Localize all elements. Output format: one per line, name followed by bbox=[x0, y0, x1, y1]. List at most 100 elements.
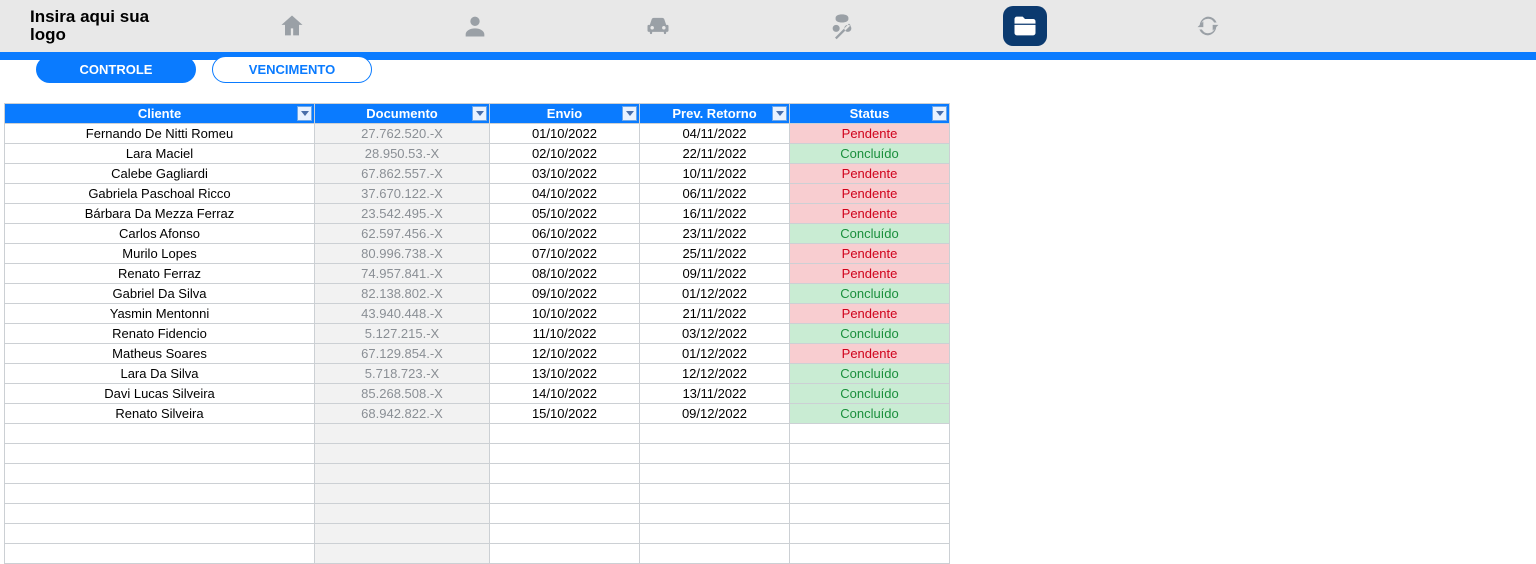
cell-envio: 11/10/2022 bbox=[490, 324, 640, 344]
header-row: Cliente Documento Envio Prev. Retorno St… bbox=[5, 104, 950, 124]
cell-cliente: Fernando De Nitti Romeu bbox=[5, 124, 315, 144]
cell-empty bbox=[5, 544, 315, 564]
cell-empty bbox=[790, 464, 950, 484]
table-row-empty bbox=[5, 524, 950, 544]
cell-documento: 5.127.215.-X bbox=[315, 324, 490, 344]
cell-retorno: 01/12/2022 bbox=[640, 284, 790, 304]
cell-empty bbox=[790, 544, 950, 564]
table-row-empty bbox=[5, 444, 950, 464]
cell-empty bbox=[640, 524, 790, 544]
table-row-empty bbox=[5, 504, 950, 524]
cell-cliente: Lara Da Silva bbox=[5, 364, 315, 384]
tab-vencimento[interactable]: VENCIMENTO bbox=[212, 56, 372, 83]
cell-envio: 04/10/2022 bbox=[490, 184, 640, 204]
cell-cliente: Lara Maciel bbox=[5, 144, 315, 164]
table-row[interactable]: Renato Silveira68.942.822.-X15/10/202209… bbox=[5, 404, 950, 424]
cell-status: Concluído bbox=[790, 284, 950, 304]
cell-cliente: Renato Fidencio bbox=[5, 324, 315, 344]
filter-cliente-icon[interactable] bbox=[297, 106, 312, 121]
table-row[interactable]: Lara Da Silva5.718.723.-X13/10/202212/12… bbox=[5, 364, 950, 384]
filter-envio-icon[interactable] bbox=[622, 106, 637, 121]
filter-retorno-icon[interactable] bbox=[772, 106, 787, 121]
header-documento-label: Documento bbox=[366, 106, 438, 121]
table-row[interactable]: Bárbara Da Mezza Ferraz23.542.495.-X05/1… bbox=[5, 204, 950, 224]
filter-documento-icon[interactable] bbox=[472, 106, 487, 121]
cell-envio: 13/10/2022 bbox=[490, 364, 640, 384]
table-row[interactable]: Yasmin Mentonni43.940.448.-X10/10/202221… bbox=[5, 304, 950, 324]
tab-vencimento-label: VENCIMENTO bbox=[249, 62, 335, 77]
cell-envio: 09/10/2022 bbox=[490, 284, 640, 304]
cell-retorno: 16/11/2022 bbox=[640, 204, 790, 224]
cell-cliente: Gabriela Paschoal Ricco bbox=[5, 184, 315, 204]
cell-documento: 62.597.456.-X bbox=[315, 224, 490, 244]
header-retorno: Prev. Retorno bbox=[640, 104, 790, 124]
cell-empty bbox=[490, 444, 640, 464]
cell-status: Pendente bbox=[790, 244, 950, 264]
cell-empty bbox=[315, 524, 490, 544]
cell-cliente: Gabriel Da Silva bbox=[5, 284, 315, 304]
table-row[interactable]: Davi Lucas Silveira85.268.508.-X14/10/20… bbox=[5, 384, 950, 404]
cell-cliente: Matheus Soares bbox=[5, 344, 315, 364]
logo-line2: logo bbox=[30, 26, 200, 44]
cell-empty bbox=[490, 484, 640, 504]
cell-empty bbox=[640, 504, 790, 524]
cell-documento: 68.942.822.-X bbox=[315, 404, 490, 424]
table-row[interactable]: Fernando De Nitti Romeu27.762.520.-X01/1… bbox=[5, 124, 950, 144]
cell-empty bbox=[640, 464, 790, 484]
table-row[interactable]: Gabriela Paschoal Ricco37.670.122.-X04/1… bbox=[5, 184, 950, 204]
cell-retorno: 01/12/2022 bbox=[640, 344, 790, 364]
cell-empty bbox=[490, 504, 640, 524]
cell-envio: 05/10/2022 bbox=[490, 204, 640, 224]
cell-empty bbox=[790, 444, 950, 464]
table-row[interactable]: Gabriel Da Silva82.138.802.-X09/10/20220… bbox=[5, 284, 950, 304]
cell-empty bbox=[790, 524, 950, 544]
table-row[interactable]: Murilo Lopes80.996.738.-X07/10/202225/11… bbox=[5, 244, 950, 264]
cell-retorno: 25/11/2022 bbox=[640, 244, 790, 264]
cell-empty bbox=[490, 524, 640, 544]
cell-empty bbox=[315, 504, 490, 524]
data-table: Cliente Documento Envio Prev. Retorno St… bbox=[4, 103, 950, 564]
table-wrap: Cliente Documento Envio Prev. Retorno St… bbox=[0, 89, 1536, 564]
nav-user-button[interactable] bbox=[453, 6, 497, 46]
table-body: Fernando De Nitti Romeu27.762.520.-X01/1… bbox=[5, 124, 950, 564]
cell-empty bbox=[315, 464, 490, 484]
nav-cycle-button[interactable] bbox=[1186, 6, 1230, 46]
percent-icon bbox=[828, 12, 856, 40]
cell-retorno: 23/11/2022 bbox=[640, 224, 790, 244]
cell-retorno: 09/12/2022 bbox=[640, 404, 790, 424]
cell-envio: 06/10/2022 bbox=[490, 224, 640, 244]
cell-retorno: 03/12/2022 bbox=[640, 324, 790, 344]
cell-empty bbox=[490, 464, 640, 484]
user-icon bbox=[461, 12, 489, 40]
cell-status: Pendente bbox=[790, 124, 950, 144]
header-envio-label: Envio bbox=[547, 106, 582, 121]
table-row[interactable]: Renato Ferraz74.957.841.-X08/10/202209/1… bbox=[5, 264, 950, 284]
cell-empty bbox=[5, 484, 315, 504]
cell-status: Pendente bbox=[790, 344, 950, 364]
cell-retorno: 13/11/2022 bbox=[640, 384, 790, 404]
cell-status: Pendente bbox=[790, 204, 950, 224]
filter-status-icon[interactable] bbox=[932, 106, 947, 121]
nav-percent-button[interactable] bbox=[820, 6, 864, 46]
cell-cliente: Carlos Afonso bbox=[5, 224, 315, 244]
cell-status: Pendente bbox=[790, 264, 950, 284]
cell-empty bbox=[315, 544, 490, 564]
header-documento: Documento bbox=[315, 104, 490, 124]
table-row[interactable]: Calebe Gagliardi67.862.557.-X03/10/20221… bbox=[5, 164, 950, 184]
cell-documento: 80.996.738.-X bbox=[315, 244, 490, 264]
nav-car-button[interactable] bbox=[636, 6, 680, 46]
table-row[interactable]: Carlos Afonso62.597.456.-X06/10/202223/1… bbox=[5, 224, 950, 244]
cell-status: Pendente bbox=[790, 184, 950, 204]
cell-documento: 23.542.495.-X bbox=[315, 204, 490, 224]
cell-cliente: Yasmin Mentonni bbox=[5, 304, 315, 324]
table-row[interactable]: Matheus Soares67.129.854.-X12/10/202201/… bbox=[5, 344, 950, 364]
cell-status: Concluído bbox=[790, 404, 950, 424]
cell-status: Concluído bbox=[790, 324, 950, 344]
nav-folder-button[interactable] bbox=[1003, 6, 1047, 46]
table-row[interactable]: Renato Fidencio5.127.215.-X11/10/202203/… bbox=[5, 324, 950, 344]
cell-documento: 82.138.802.-X bbox=[315, 284, 490, 304]
table-row[interactable]: Lara Maciel28.950.53.-X02/10/202222/11/2… bbox=[5, 144, 950, 164]
nav-home-button[interactable] bbox=[270, 6, 314, 46]
car-icon bbox=[644, 12, 672, 40]
tab-controle[interactable]: CONTROLE bbox=[36, 56, 196, 83]
